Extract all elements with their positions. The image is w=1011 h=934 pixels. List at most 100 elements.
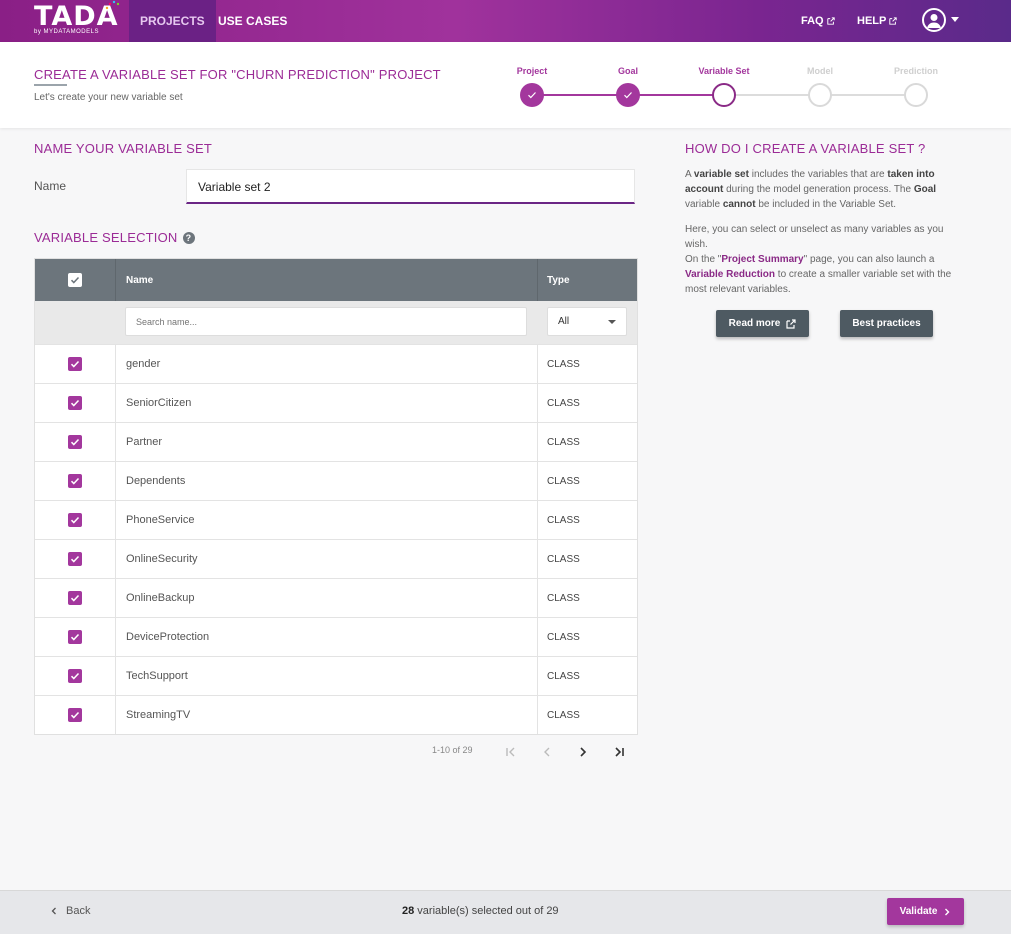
stepper-line bbox=[639, 94, 723, 96]
variable-type-cell: CLASS bbox=[547, 358, 580, 370]
table-row[interactable]: OnlineSecurity CLASS bbox=[35, 539, 637, 578]
variable-name-cell: PhoneService bbox=[116, 501, 538, 539]
faq-link[interactable]: FAQ bbox=[801, 0, 835, 42]
step-label-goal: Goal bbox=[617, 66, 638, 76]
table-row[interactable]: DeviceProtection CLASS bbox=[35, 617, 637, 656]
user-avatar-icon[interactable] bbox=[922, 8, 946, 32]
check-icon bbox=[528, 92, 536, 99]
table-row[interactable]: TechSupport CLASS bbox=[35, 656, 637, 695]
last-page-icon[interactable] bbox=[611, 744, 627, 760]
row-checkbox-cell bbox=[35, 696, 116, 734]
help-panel-heading: HOW DO I CREATE A VARIABLE SET ? bbox=[685, 141, 926, 156]
help-text-segment: " page, you can also launch a bbox=[803, 254, 935, 265]
check-icon bbox=[70, 360, 80, 368]
select-all-checkbox[interactable] bbox=[68, 273, 82, 287]
check-icon bbox=[70, 438, 80, 446]
table-row[interactable]: StreamingTV CLASS bbox=[35, 695, 637, 734]
next-page-icon[interactable] bbox=[575, 744, 591, 760]
step-label-variable-set: Variable Set bbox=[698, 66, 750, 76]
row-checkbox[interactable] bbox=[68, 552, 82, 566]
logo-sparkle-icon bbox=[105, 0, 120, 10]
row-checkbox[interactable] bbox=[68, 591, 82, 605]
row-checkbox-cell bbox=[35, 501, 116, 539]
selection-count: 28 variable(s) selected out of 29 bbox=[402, 905, 559, 917]
variable-type-cell: CLASS bbox=[547, 709, 580, 721]
check-icon bbox=[70, 594, 80, 602]
best-practices-button[interactable]: Best practices bbox=[840, 310, 933, 337]
check-icon bbox=[70, 477, 80, 485]
variable-selection-heading: VARIABLE SELECTION? bbox=[34, 230, 195, 245]
help-text-segment: A bbox=[685, 169, 694, 180]
row-checkbox[interactable] bbox=[68, 708, 82, 722]
row-checkbox[interactable] bbox=[68, 435, 82, 449]
variable-type-cell: CLASS bbox=[547, 397, 580, 409]
help-paragraph-1: A variable set includes the variables th… bbox=[685, 167, 965, 212]
table-row[interactable]: OnlineBackup CLASS bbox=[35, 578, 637, 617]
column-header-name[interactable]: Name bbox=[116, 259, 538, 301]
step-project[interactable] bbox=[520, 83, 544, 107]
previous-page-icon[interactable] bbox=[539, 744, 555, 760]
name-label: Name bbox=[34, 179, 67, 193]
table-row[interactable]: SeniorCitizen CLASS bbox=[35, 383, 637, 422]
help-text-segment: includes the variables that are bbox=[748, 169, 888, 180]
row-checkbox-cell bbox=[35, 345, 116, 383]
row-checkbox[interactable] bbox=[68, 474, 82, 488]
validate-label: Validate bbox=[899, 906, 938, 917]
check-icon bbox=[70, 633, 80, 641]
help-link[interactable]: HELP bbox=[857, 0, 898, 42]
page-subtitle: Let's create your new variable set bbox=[34, 92, 183, 103]
row-checkbox[interactable] bbox=[68, 630, 82, 644]
tada-logo[interactable]: TADA by MYDATAMODELS bbox=[34, 0, 120, 40]
read-more-button[interactable]: Read more bbox=[716, 310, 809, 337]
row-checkbox-cell bbox=[35, 462, 116, 500]
variable-type-cell: CLASS bbox=[547, 553, 580, 565]
step-goal[interactable] bbox=[616, 83, 640, 107]
variable-type-cell: CLASS bbox=[547, 436, 580, 448]
back-button[interactable]: Back bbox=[50, 905, 90, 917]
row-checkbox-cell bbox=[35, 423, 116, 461]
external-link-icon bbox=[889, 17, 898, 25]
variable-type-cell: CLASS bbox=[547, 631, 580, 643]
variable-name-cell: SeniorCitizen bbox=[116, 384, 538, 422]
variable-type-cell: CLASS bbox=[547, 514, 580, 526]
table-row[interactable]: Partner CLASS bbox=[35, 422, 637, 461]
variable-name-cell: OnlineSecurity bbox=[116, 540, 538, 578]
variable-name-cell: Partner bbox=[116, 423, 538, 461]
check-icon bbox=[624, 92, 632, 99]
select-all-cell bbox=[35, 259, 116, 301]
chevron-right-icon bbox=[945, 908, 950, 915]
variable-name-cell: TechSupport bbox=[116, 657, 538, 695]
help-text-segment: On the " bbox=[685, 254, 722, 265]
variable-type-cell: CLASS bbox=[547, 670, 580, 682]
table-row[interactable]: PhoneService CLASS bbox=[35, 500, 637, 539]
row-checkbox[interactable] bbox=[68, 357, 82, 371]
chevron-down-icon[interactable] bbox=[951, 17, 959, 22]
column-header-type[interactable]: Type bbox=[538, 259, 637, 301]
external-link-icon bbox=[826, 17, 835, 25]
help-question-icon[interactable]: ? bbox=[182, 232, 195, 244]
stepper-line bbox=[735, 94, 819, 96]
filter-row: All bbox=[35, 301, 637, 344]
type-filter-select[interactable]: All bbox=[547, 307, 627, 336]
row-checkbox[interactable] bbox=[68, 513, 82, 527]
name-filter-cell bbox=[115, 301, 537, 344]
check-icon bbox=[70, 399, 80, 407]
row-checkbox[interactable] bbox=[68, 396, 82, 410]
help-text-segment: variable bbox=[685, 199, 723, 210]
table-row[interactable]: gender CLASS bbox=[35, 344, 637, 383]
help-text-bold: cannot bbox=[722, 199, 756, 210]
table-row[interactable]: Dependents CLASS bbox=[35, 461, 637, 500]
table-body: gender CLASS SeniorCitizen CLASS Partner CLAS… bbox=[35, 344, 637, 734]
check-icon bbox=[70, 516, 80, 524]
search-name-input[interactable] bbox=[125, 307, 527, 336]
tab-projects[interactable]: PROJECTS bbox=[129, 0, 216, 42]
check-icon bbox=[70, 672, 80, 680]
help-paragraph-2: Here, you can select or unselect as many… bbox=[685, 224, 944, 250]
tab-use-cases[interactable]: USE CASES bbox=[207, 0, 298, 42]
variable-set-name-input[interactable]: Variable set 2 bbox=[186, 169, 635, 204]
variable-name-cell: Dependents bbox=[116, 462, 538, 500]
validate-button[interactable]: Validate bbox=[887, 898, 964, 925]
first-page-icon[interactable] bbox=[503, 744, 519, 760]
row-checkbox[interactable] bbox=[68, 669, 82, 683]
back-label: Back bbox=[66, 905, 91, 917]
